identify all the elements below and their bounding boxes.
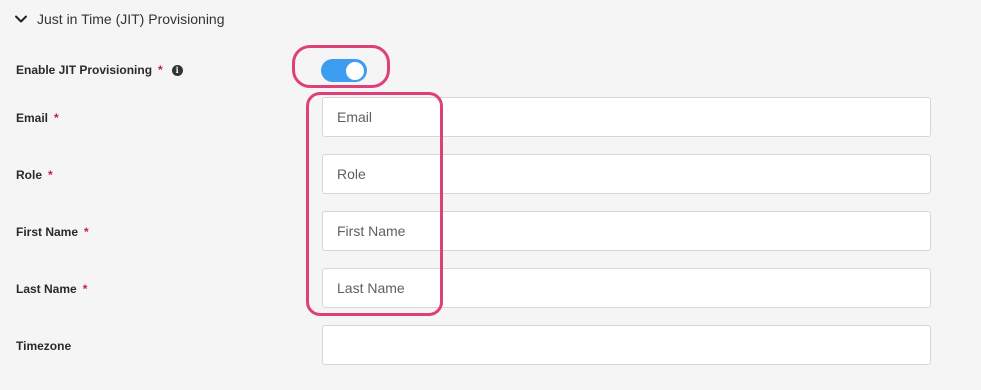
timezone-label-text: Timezone [16,339,72,353]
timezone-field[interactable] [322,325,931,365]
role-label: Role * [16,168,53,182]
timezone-label: Timezone [16,339,71,353]
chevron-down-icon [15,15,27,23]
last-name-label-text: Last Name [16,282,77,296]
required-mark: * [82,282,88,296]
info-icon[interactable]: i [171,64,183,76]
first-name-label: First Name * [16,225,89,239]
toggle-knob [346,61,364,80]
enable-jit-toggle[interactable] [321,59,367,82]
role-label-text: Role [16,168,43,182]
email-label-text: Email [16,111,49,125]
required-mark: * [54,111,59,125]
section-header-jit[interactable]: Just in Time (JIT) Provisioning [14,8,225,30]
required-mark: * [48,168,53,182]
first-name-label-text: First Name [16,225,79,239]
role-field[interactable] [322,154,931,194]
last-name-field[interactable] [322,268,931,308]
email-label: Email * [16,111,59,125]
last-name-label: Last Name * [16,282,87,296]
enable-jit-label-text: Enable JIT Provisioning [16,63,153,77]
enable-jit-label: Enable JIT Provisioning * i [16,63,183,77]
required-mark: * [158,63,163,77]
first-name-field[interactable] [322,211,931,251]
required-mark: * [84,225,89,239]
section-title: Just in Time (JIT) Provisioning [37,11,225,27]
email-field[interactable] [322,97,931,137]
